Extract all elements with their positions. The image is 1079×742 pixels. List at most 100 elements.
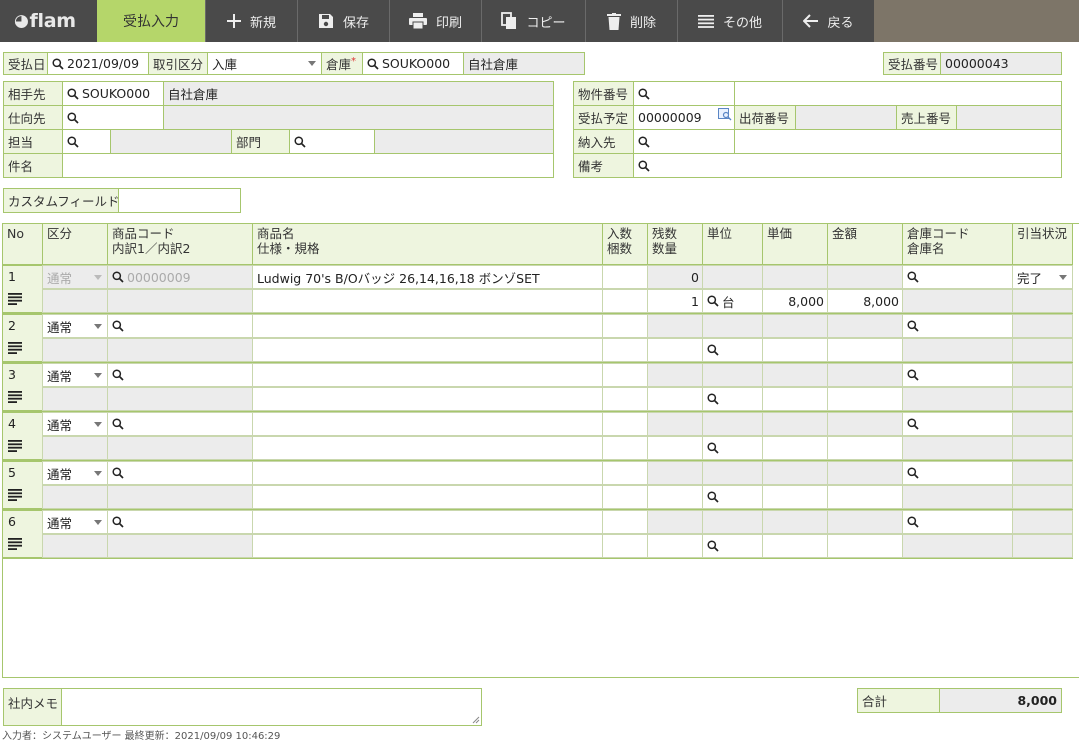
delete-button[interactable]: 削除	[585, 0, 677, 42]
amount-field[interactable]	[827, 387, 903, 411]
price-field[interactable]	[762, 436, 828, 460]
product-code-field[interactable]	[107, 314, 253, 338]
memo-textarea[interactable]	[61, 688, 482, 726]
pack-qty-field[interactable]	[602, 265, 648, 289]
pack-qty-field[interactable]	[602, 314, 648, 338]
product-code-field[interactable]: 00000009	[107, 265, 253, 289]
price-field[interactable]: 8,000	[762, 289, 828, 313]
row-menu-icon[interactable]	[8, 342, 22, 354]
number-value: 00000043	[940, 52, 1062, 75]
spec-field[interactable]	[252, 485, 603, 509]
kbn-select[interactable]: 通常	[42, 510, 108, 534]
quantity-field[interactable]	[647, 485, 703, 509]
price-field[interactable]	[762, 387, 828, 411]
kbn-select[interactable]: 通常	[42, 412, 108, 436]
new-button[interactable]: 新規	[205, 0, 297, 42]
case-qty-field[interactable]	[602, 289, 648, 313]
date-field[interactable]: 2021/09/09	[47, 52, 149, 75]
partner-code-field[interactable]: SOUKO000	[62, 81, 164, 106]
unit-field[interactable]	[702, 387, 763, 411]
product-name-field[interactable]: Ludwig 70's B/Oバッジ 26,14,16,18 ボンゾSET	[252, 265, 603, 289]
schedule-field[interactable]: 00000009	[633, 105, 735, 130]
remarks-field[interactable]	[633, 153, 1062, 178]
warehouse-code-field[interactable]	[902, 314, 1013, 338]
spec-field[interactable]	[252, 436, 603, 460]
warehouse-code-field[interactable]: SOUKO000	[362, 52, 464, 75]
amount-field[interactable]	[827, 338, 903, 362]
product-name-field[interactable]	[252, 412, 603, 436]
lookup-doc-icon[interactable]	[718, 108, 732, 121]
custom-field[interactable]	[118, 188, 241, 213]
price-field[interactable]	[762, 485, 828, 509]
spec-field[interactable]	[252, 534, 603, 558]
amount-field[interactable]: 8,000	[827, 289, 903, 313]
subject-field[interactable]	[62, 153, 554, 178]
app-logo[interactable]: ◕ flam	[0, 0, 97, 42]
resize-handle-icon[interactable]	[472, 716, 480, 724]
spec-field[interactable]	[252, 289, 603, 313]
row-menu-icon[interactable]	[8, 440, 22, 452]
other-button[interactable]: その他	[677, 0, 782, 42]
save-button[interactable]: 保存	[297, 0, 389, 42]
property-field[interactable]	[633, 81, 735, 106]
warehouse-code-field[interactable]	[902, 363, 1013, 387]
back-button[interactable]: 戻る	[782, 0, 874, 42]
pack-qty-field[interactable]	[602, 412, 648, 436]
row-menu-icon[interactable]	[8, 293, 22, 305]
kbn-select[interactable]: 通常	[42, 265, 108, 289]
kbn-select[interactable]: 通常	[42, 314, 108, 338]
product-name-field[interactable]	[252, 461, 603, 485]
product-code-field[interactable]	[107, 363, 253, 387]
tab-receipt-entry[interactable]: 受払入力	[97, 0, 205, 42]
unit-field[interactable]	[702, 534, 763, 558]
unit-field[interactable]: 台	[702, 289, 763, 313]
warehouse-code-field[interactable]	[902, 510, 1013, 534]
product-name-field[interactable]	[252, 510, 603, 534]
warehouse-code-field[interactable]	[902, 461, 1013, 485]
warehouse-name-cell	[902, 534, 1013, 558]
product-code-field[interactable]	[107, 510, 253, 534]
kbn-select[interactable]: 通常	[42, 363, 108, 387]
dest-code-field[interactable]	[62, 105, 164, 130]
delivery-field[interactable]	[633, 129, 735, 154]
warehouse-code-field[interactable]	[902, 265, 1013, 289]
unit-field[interactable]	[702, 338, 763, 362]
quantity-field[interactable]	[647, 387, 703, 411]
unit-field[interactable]	[702, 436, 763, 460]
print-button[interactable]: 印刷	[389, 0, 481, 42]
pack-qty-field[interactable]	[602, 510, 648, 534]
case-qty-field[interactable]	[602, 485, 648, 509]
row-menu-icon[interactable]	[8, 538, 22, 550]
staff-code-field[interactable]	[62, 129, 111, 154]
case-qty-field[interactable]	[602, 436, 648, 460]
pack-qty-field[interactable]	[602, 461, 648, 485]
warehouse-code-field[interactable]	[902, 412, 1013, 436]
case-qty-field[interactable]	[602, 338, 648, 362]
product-name-field[interactable]	[252, 314, 603, 338]
quantity-field[interactable]	[647, 436, 703, 460]
type-select[interactable]: 入庫	[207, 52, 322, 75]
spec-field[interactable]	[252, 387, 603, 411]
price-field[interactable]	[762, 338, 828, 362]
amount-field[interactable]	[827, 534, 903, 558]
status-select[interactable]: 完了	[1012, 265, 1073, 289]
product-code-field[interactable]	[107, 412, 253, 436]
price-field[interactable]	[762, 534, 828, 558]
quantity-field[interactable]	[647, 534, 703, 558]
product-name-field[interactable]	[252, 363, 603, 387]
case-qty-field[interactable]	[602, 534, 648, 558]
dept-code-field[interactable]	[289, 129, 375, 154]
quantity-field[interactable]	[647, 338, 703, 362]
spec-field[interactable]	[252, 338, 603, 362]
case-qty-field[interactable]	[602, 387, 648, 411]
quantity-field[interactable]: 1	[647, 289, 703, 313]
row-menu-icon[interactable]	[8, 489, 22, 501]
amount-field[interactable]	[827, 436, 903, 460]
unit-field[interactable]	[702, 485, 763, 509]
amount-field[interactable]	[827, 485, 903, 509]
row-menu-icon[interactable]	[8, 391, 22, 403]
pack-qty-field[interactable]	[602, 363, 648, 387]
kbn-select[interactable]: 通常	[42, 461, 108, 485]
product-code-field[interactable]	[107, 461, 253, 485]
copy-button[interactable]: コピー	[481, 0, 585, 42]
